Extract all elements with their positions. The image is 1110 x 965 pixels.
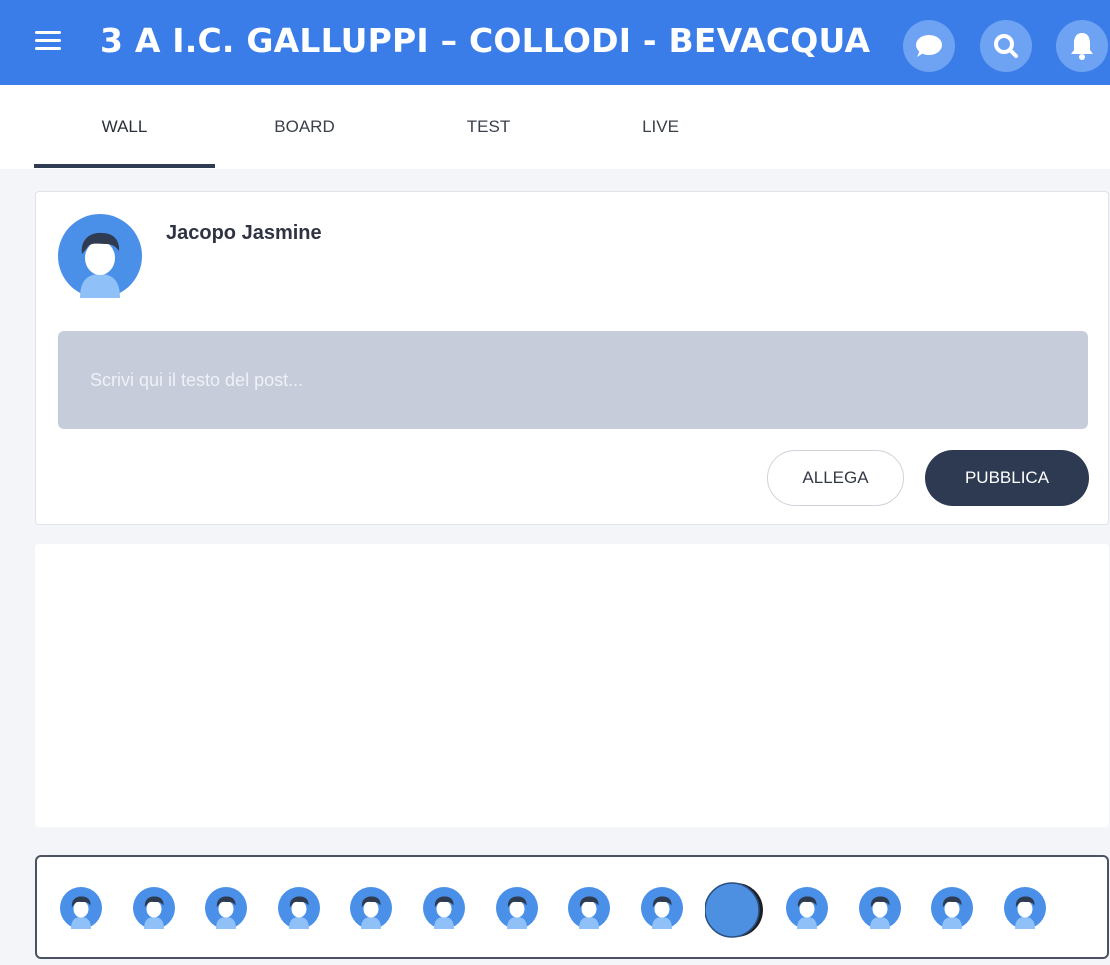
member-avatar-icon[interactable] [278, 887, 320, 929]
member-avatar-icon[interactable] [568, 887, 610, 929]
hamburger-menu-icon[interactable] [35, 31, 61, 51]
search-button[interactable] [980, 20, 1032, 72]
member-avatar-icon[interactable] [423, 887, 465, 929]
chat-button[interactable] [903, 20, 955, 72]
member-avatar-icon[interactable] [496, 887, 538, 929]
post-author-name: Jacopo Jasmine [166, 222, 322, 244]
member-avatar-icon[interactable] [133, 887, 175, 929]
publish-button[interactable]: PUBBLICA [925, 450, 1089, 506]
top-bar: 3 A I.C. GALLUPPI – COLLODI - BEVACQUA [0, 0, 1110, 85]
members-strip [35, 855, 1109, 959]
member-avatar-icon[interactable] [1004, 887, 1046, 929]
bell-icon [1071, 33, 1093, 60]
active-tab-indicator [34, 164, 215, 168]
notifications-button[interactable] [1056, 20, 1108, 72]
member-avatar-selected[interactable] [705, 881, 763, 939]
chat-bubble-icon [916, 35, 942, 57]
class-title: 3 A I.C. GALLUPPI – COLLODI - BEVACQUA [100, 21, 871, 60]
post-composer: Jacopo Jasmine ALLEGA PUBBLICA [35, 191, 1109, 525]
tab-test[interactable]: TEST [398, 85, 579, 169]
feed-area [35, 544, 1109, 827]
attach-button[interactable]: ALLEGA [767, 450, 904, 506]
member-avatar-icon[interactable] [859, 887, 901, 929]
member-avatar-icon[interactable] [350, 887, 392, 929]
tab-board[interactable]: BOARD [214, 85, 395, 169]
tab-live[interactable]: LIVE [570, 85, 751, 169]
user-avatar-icon [58, 214, 142, 298]
search-icon [994, 34, 1018, 58]
member-avatar-icon[interactable] [786, 887, 828, 929]
member-avatar-icon[interactable] [931, 887, 973, 929]
tab-bar: WALL BOARD TEST LIVE [0, 85, 1110, 169]
member-avatar-icon[interactable] [641, 887, 683, 929]
member-avatar-icon[interactable] [60, 887, 102, 929]
post-text-input[interactable] [58, 331, 1088, 429]
member-avatar-icon[interactable] [205, 887, 247, 929]
tab-wall[interactable]: WALL [34, 85, 215, 169]
